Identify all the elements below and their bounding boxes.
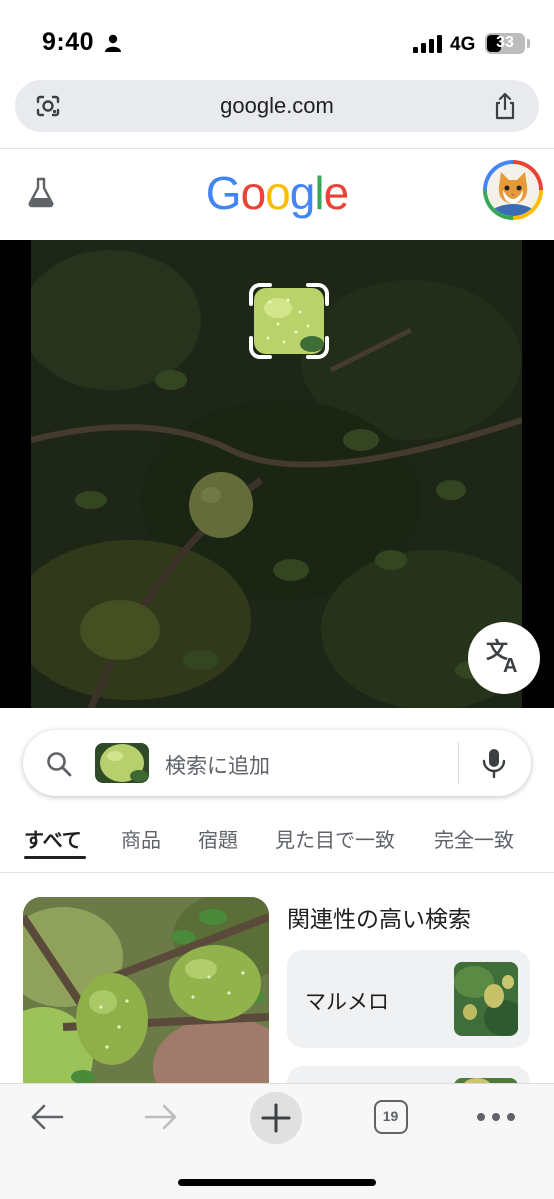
plus-icon: [261, 1103, 291, 1133]
url-bar[interactable]: google.com: [15, 80, 539, 132]
divider: [0, 148, 554, 149]
crop-corners-icon: [249, 283, 329, 359]
translate-button[interactable]: 文 A: [468, 622, 540, 694]
tab-exact-matches[interactable]: 完全一致: [434, 824, 514, 853]
tab-all[interactable]: すべて: [24, 824, 82, 853]
divider: [0, 872, 554, 873]
search-image-thumbnail[interactable]: [95, 743, 149, 783]
logo-letter: g: [289, 167, 316, 219]
url-text[interactable]: google.com: [15, 93, 539, 119]
result-image-card[interactable]: [23, 897, 269, 1097]
person-icon: [105, 34, 121, 52]
status-bar: 9:40 4G 33: [0, 0, 554, 80]
battery-label: 33: [496, 34, 514, 51]
battery-nub: [527, 39, 530, 48]
forward-arrow-icon[interactable]: [142, 1102, 180, 1132]
quince-tree-image: [454, 962, 518, 1036]
crop-selection-box[interactable]: [248, 282, 330, 360]
new-tab-button[interactable]: [250, 1092, 302, 1144]
avatar[interactable]: [483, 160, 543, 220]
network-label: 4G: [450, 34, 476, 55]
tab-switcher-button[interactable]: 19: [374, 1100, 408, 1134]
lens-image-area[interactable]: 文 A: [0, 240, 554, 708]
search-icon[interactable]: [45, 750, 73, 778]
tab-visual-matches[interactable]: 見た目で一致: [275, 824, 395, 853]
search-separator: [458, 742, 459, 784]
mic-icon[interactable]: [481, 747, 507, 779]
tab-homework[interactable]: 宿題: [198, 824, 238, 853]
cat-avatar-icon: [487, 164, 539, 216]
share-icon[interactable]: [493, 92, 517, 120]
search-tabs: すべて 商品 宿題 見た目で一致 完全一致: [0, 818, 554, 862]
tab-count: 19: [382, 1108, 399, 1124]
logo-letter: o: [265, 167, 291, 219]
search-placeholder[interactable]: 検索に追加: [165, 750, 270, 780]
related-search-card[interactable]: マルメロ: [287, 950, 530, 1048]
signal-icon: [413, 35, 442, 53]
logo-letter: e: [323, 167, 350, 219]
home-indicator[interactable]: [178, 1179, 376, 1186]
quince-fruit-image: [23, 897, 269, 1097]
related-searches-title: 関連性の高い検索: [287, 906, 471, 932]
tab-products[interactable]: 商品: [121, 824, 161, 853]
logo-letter: l: [314, 167, 324, 219]
status-time: 9:40: [42, 28, 95, 56]
search-box[interactable]: 検索に追加: [23, 730, 531, 796]
related-search-thumbnail[interactable]: [454, 962, 518, 1036]
related-search-label[interactable]: マルメロ: [305, 986, 389, 1016]
more-menu-icon[interactable]: [476, 1112, 516, 1122]
active-tab-indicator: [24, 856, 86, 859]
logo-letter: G: [205, 167, 242, 219]
fruit-thumbnail-image: [95, 743, 149, 783]
google-logo[interactable]: Google: [0, 166, 554, 220]
battery-icon: 33: [485, 33, 525, 54]
back-arrow-icon[interactable]: [28, 1102, 66, 1132]
translate-icon: 文 A: [486, 638, 517, 677]
svg-text:A: A: [503, 655, 517, 677]
logo-letter: o: [240, 167, 267, 219]
